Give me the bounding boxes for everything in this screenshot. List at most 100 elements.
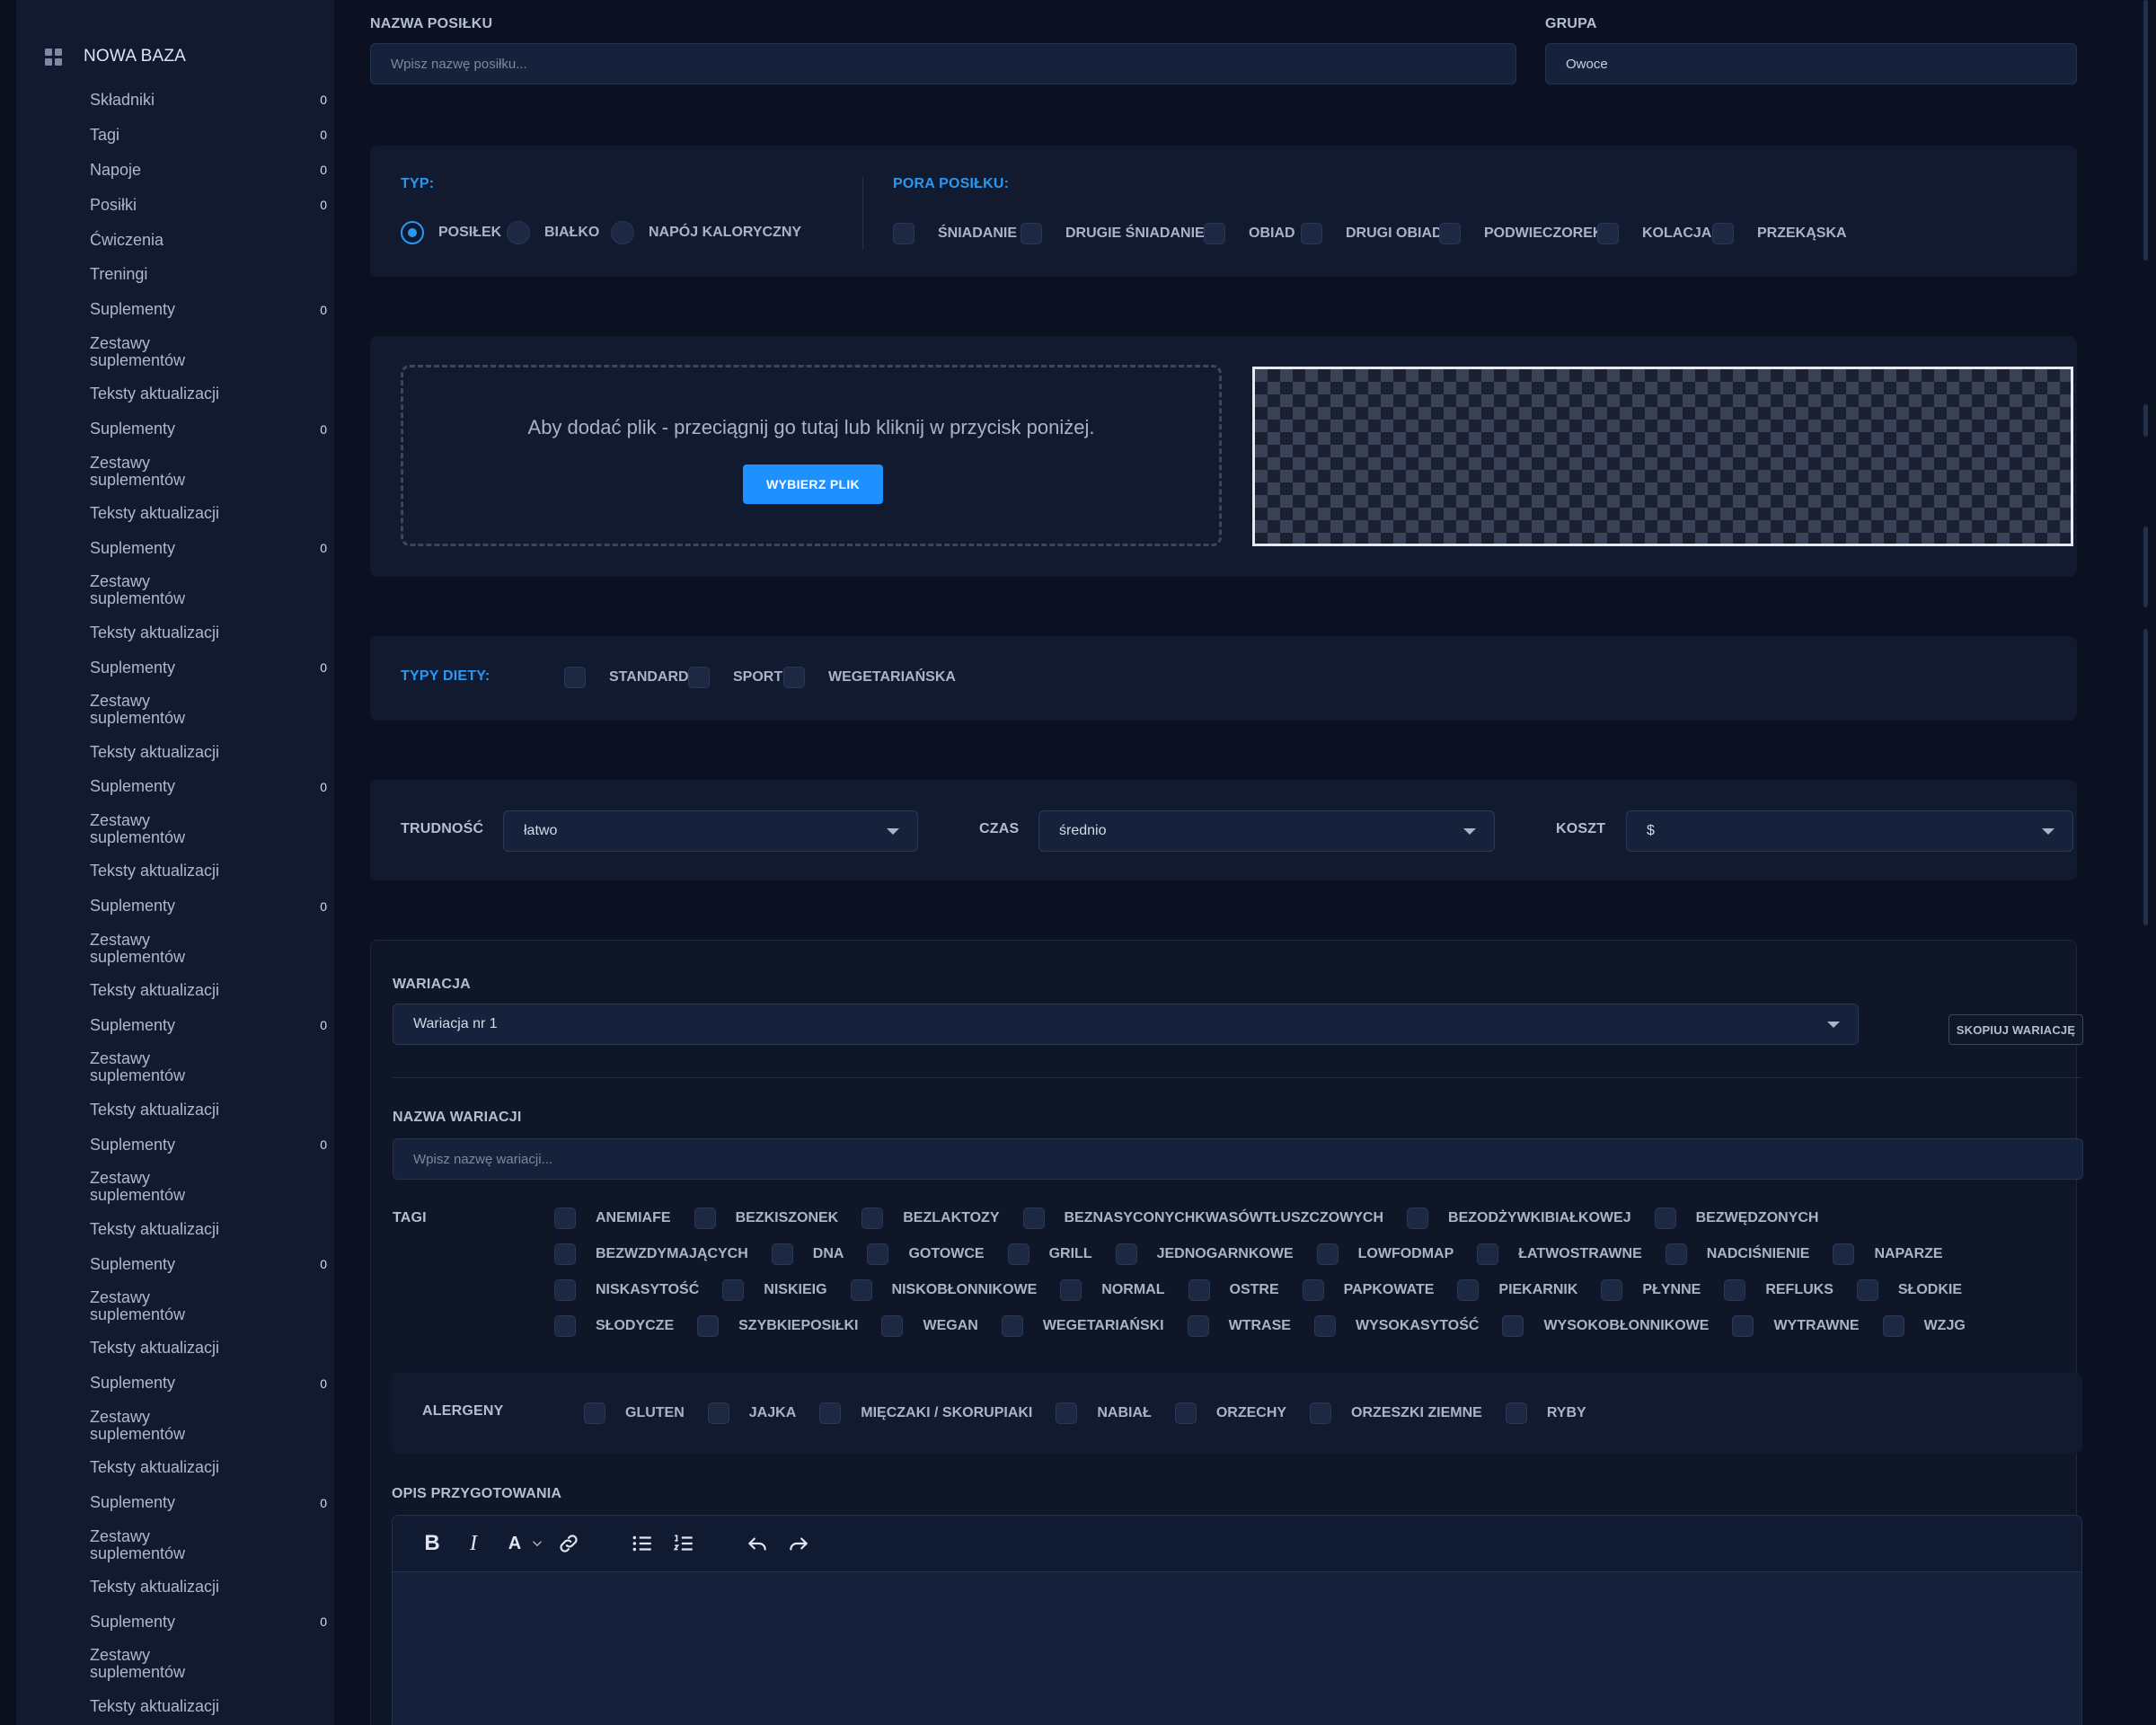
sidebar-item[interactable]: Teksty aktualizacji bbox=[90, 376, 325, 411]
allergen-option[interactable]: JAJKA bbox=[707, 1402, 796, 1424]
sidebar-item[interactable]: Teksty aktualizacji bbox=[90, 973, 325, 1008]
tag-option[interactable]: NISKIEIG bbox=[722, 1279, 827, 1301]
tag-option[interactable]: BEZNASYCONYCHKWASÓWTŁUSZCZOWYCH bbox=[1022, 1208, 1383, 1229]
sidebar-item[interactable]: Teksty aktualizacji bbox=[90, 1331, 325, 1366]
scrollbar-thumb[interactable] bbox=[2143, 526, 2148, 607]
sidebar-item[interactable]: Zestawy suplementów bbox=[90, 1520, 325, 1570]
sidebar-header[interactable]: NOWA BAZA bbox=[45, 47, 186, 66]
sidebar-item[interactable]: Składniki 0 bbox=[90, 83, 327, 118]
tag-option[interactable]: LOWFODMAP bbox=[1316, 1243, 1454, 1265]
tag-option[interactable]: WEGETARIAŃSKI bbox=[1001, 1315, 1164, 1337]
meal-time-podwieczorek[interactable]: PODWIECZOREK bbox=[1439, 223, 1603, 244]
checkbox-icon[interactable] bbox=[1407, 1208, 1429, 1229]
tag-option[interactable]: PIEKARNIK bbox=[1457, 1279, 1577, 1301]
checkbox-icon[interactable] bbox=[1115, 1243, 1137, 1265]
sidebar-item[interactable]: Teksty aktualizacji bbox=[90, 735, 325, 770]
sidebar-item[interactable]: Suplementy 0 bbox=[90, 531, 327, 566]
checkbox-icon[interactable] bbox=[881, 1315, 904, 1337]
choose-file-button[interactable]: WYBIERZ PLIK bbox=[743, 464, 883, 504]
sidebar-item[interactable]: Napoje 0 bbox=[90, 153, 327, 188]
checkbox-icon[interactable] bbox=[1833, 1243, 1855, 1265]
tag-option[interactable]: GRILL bbox=[1007, 1243, 1092, 1265]
tag-option[interactable]: SŁODYCZE bbox=[554, 1315, 674, 1337]
checkbox-icon[interactable] bbox=[554, 1208, 576, 1229]
text-color-icon[interactable]: A bbox=[500, 1529, 529, 1558]
sidebar-item[interactable]: Suplementy 0 bbox=[90, 1128, 327, 1163]
tag-option[interactable]: BEZKISZONEK bbox=[694, 1208, 838, 1229]
tag-option[interactable]: JEDNOGARNKOWE bbox=[1115, 1243, 1294, 1265]
tag-option[interactable]: DNA bbox=[771, 1243, 844, 1265]
sidebar-item[interactable]: Teksty aktualizacji bbox=[90, 1689, 325, 1724]
sidebar-item[interactable]: Zestawy suplementów bbox=[90, 327, 325, 376]
sidebar-item[interactable]: Suplementy 0 bbox=[90, 1605, 327, 1640]
checkbox-icon[interactable] bbox=[819, 1402, 842, 1424]
checkbox-icon[interactable] bbox=[707, 1402, 729, 1424]
scrollbar[interactable] bbox=[2142, 0, 2149, 1725]
tag-option[interactable]: NAPARZE bbox=[1833, 1243, 1943, 1265]
diet-standard[interactable]: STANDARD bbox=[564, 667, 689, 688]
bullet-list-icon[interactable] bbox=[628, 1529, 657, 1558]
checkbox-icon[interactable] bbox=[697, 1315, 720, 1337]
sidebar-item[interactable]: Suplementy 0 bbox=[90, 650, 327, 686]
checkbox-icon[interactable] bbox=[1316, 1243, 1339, 1265]
sidebar-item[interactable]: Suplementy 0 bbox=[90, 1247, 327, 1282]
tag-option[interactable]: WYSOKOBŁONNIKOWE bbox=[1502, 1315, 1709, 1337]
sidebar-item[interactable]: Zestawy suplementów bbox=[90, 924, 325, 973]
tag-option[interactable]: REFLUKS bbox=[1724, 1279, 1833, 1301]
tag-option[interactable]: SŁODKIE bbox=[1856, 1279, 1962, 1301]
allergen-option[interactable]: ORZESZKI ZIEMNE bbox=[1310, 1402, 1482, 1424]
allergen-option[interactable]: MIĘCZAKI / SKORUPIAKI bbox=[819, 1402, 1032, 1424]
tag-option[interactable]: NORMAL bbox=[1060, 1279, 1165, 1301]
sidebar-item[interactable]: Teksty aktualizacji bbox=[90, 1212, 325, 1247]
meal-time-drugi-obiad[interactable]: DRUGI OBIAD bbox=[1301, 223, 1443, 244]
variation-name-input[interactable]: Wpisz nazwę wariacji... bbox=[393, 1138, 2083, 1180]
copy-variation-button[interactable]: SKOPIUJ WARIACJĘ bbox=[1948, 1014, 2083, 1045]
radio-icon[interactable] bbox=[507, 221, 530, 244]
tag-option[interactable]: ŁATWOSTRAWNE bbox=[1477, 1243, 1642, 1265]
checkbox-icon[interactable] bbox=[1056, 1402, 1078, 1424]
cost-select[interactable]: $ bbox=[1626, 810, 2073, 852]
checkbox-icon[interactable] bbox=[554, 1243, 576, 1265]
scrollbar-thumb[interactable] bbox=[2143, 0, 2148, 261]
tag-option[interactable]: NISKASYTOŚĆ bbox=[554, 1279, 699, 1301]
checkbox-icon[interactable] bbox=[1310, 1402, 1332, 1424]
tag-option[interactable]: BEZWZDYMAJĄCYCH bbox=[554, 1243, 748, 1265]
sidebar-item[interactable]: Suplementy 0 bbox=[90, 292, 327, 327]
redo-icon[interactable] bbox=[784, 1529, 813, 1558]
checkbox-icon[interactable] bbox=[1313, 1315, 1336, 1337]
checkbox-icon[interactable] bbox=[554, 1279, 576, 1301]
meal-time-przekaska[interactable]: PRZEKĄSKA bbox=[1712, 223, 1847, 244]
checkbox-icon[interactable] bbox=[1174, 1402, 1197, 1424]
difficulty-select[interactable]: łatwo bbox=[503, 810, 918, 852]
group-input[interactable]: Owoce bbox=[1545, 43, 2077, 84]
checkbox-icon[interactable] bbox=[1060, 1279, 1082, 1301]
sidebar-item[interactable]: Zestawy suplementów bbox=[90, 447, 325, 496]
checkbox-icon[interactable] bbox=[722, 1279, 745, 1301]
sidebar-item[interactable]: Teksty aktualizacji bbox=[90, 496, 325, 531]
diet-wegetarianska[interactable]: WEGETARIAŃSKA bbox=[783, 667, 956, 688]
tag-option[interactable]: PŁYNNE bbox=[1601, 1279, 1701, 1301]
checkbox-icon[interactable] bbox=[1187, 1315, 1209, 1337]
numbered-list-icon[interactable] bbox=[669, 1529, 698, 1558]
checkbox-icon[interactable] bbox=[867, 1243, 889, 1265]
meal-time-sniadanie[interactable]: ŚNIADANIE bbox=[893, 223, 1017, 244]
tag-option[interactable]: OSTRE bbox=[1188, 1279, 1279, 1301]
sidebar-item[interactable]: Ćwiczenia bbox=[90, 223, 325, 258]
sidebar-item[interactable]: Zestawy suplementów bbox=[90, 804, 325, 854]
sidebar-item[interactable]: Zestawy suplementów bbox=[90, 1640, 325, 1689]
chevron-down-icon[interactable] bbox=[529, 1529, 545, 1558]
sidebar-item[interactable]: Zestawy suplementów bbox=[90, 1401, 325, 1450]
meal-time-drugie-sniadanie[interactable]: DRUGIE ŚNIADANIE bbox=[1021, 223, 1205, 244]
tag-option[interactable]: BEZLAKTOZY bbox=[862, 1208, 1000, 1229]
sidebar-item[interactable]: Zestawy suplementów bbox=[90, 1043, 325, 1092]
checkbox-icon[interactable] bbox=[1302, 1279, 1324, 1301]
allergen-option[interactable]: RYBY bbox=[1505, 1402, 1586, 1424]
tag-option[interactable]: BEZWĘDZONYCH bbox=[1654, 1208, 1818, 1229]
bold-icon[interactable]: B bbox=[418, 1529, 446, 1558]
checkbox-icon[interactable] bbox=[862, 1208, 884, 1229]
variation-select[interactable]: Wariacja nr 1 bbox=[393, 1004, 1859, 1045]
type-option-napoj-kaloryczny[interactable]: NAPÓJ KALORYCZNY bbox=[611, 221, 801, 244]
checkbox-icon[interactable] bbox=[1856, 1279, 1878, 1301]
tag-option[interactable]: ANEMIAFE bbox=[554, 1208, 671, 1229]
checkbox-icon[interactable] bbox=[1601, 1279, 1623, 1301]
